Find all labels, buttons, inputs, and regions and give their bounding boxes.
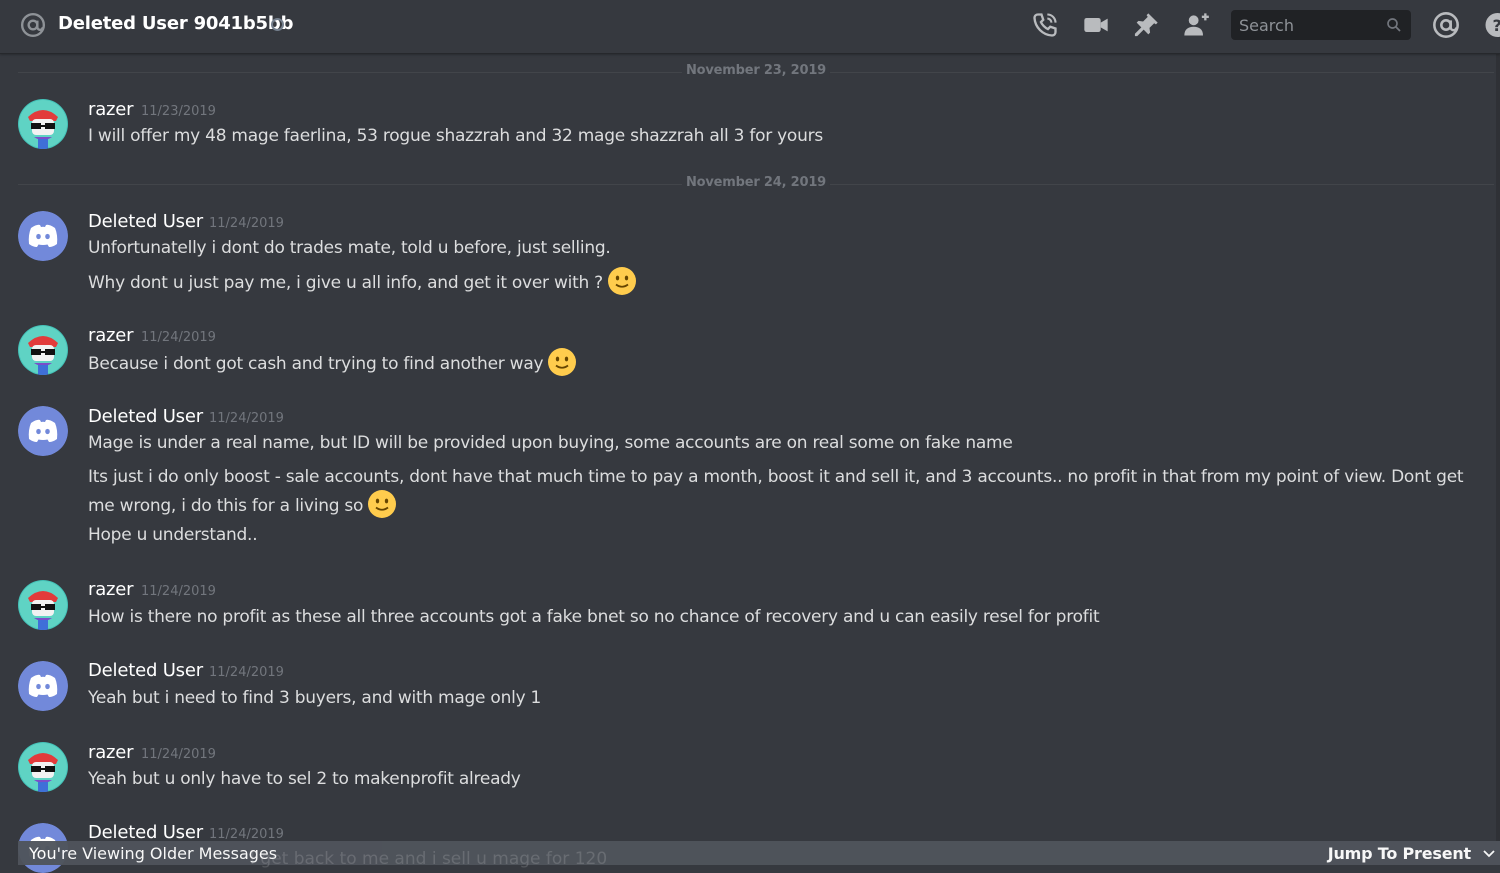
search-box[interactable] bbox=[1231, 10, 1411, 40]
avatar-deleted-user[interactable] bbox=[18, 211, 68, 261]
older-messages-label: You're Viewing Older Messages bbox=[29, 844, 277, 863]
message-line: Because i dont got cash and trying to fi… bbox=[88, 349, 577, 379]
older-messages-bar[interactable]: You're Viewing Older Messages Jump To Pr… bbox=[18, 841, 1500, 865]
timestamp: 11/24/2019 bbox=[209, 216, 284, 231]
scrollbar-track[interactable] bbox=[1496, 54, 1500, 841]
message-text: Its just i do only boost - sale accounts… bbox=[88, 467, 1463, 516]
search-icon bbox=[1385, 16, 1403, 34]
slight-smile-emoji-icon bbox=[367, 489, 397, 519]
timestamp: 11/23/2019 bbox=[141, 104, 216, 119]
timestamp: 11/24/2019 bbox=[209, 665, 284, 680]
timestamp: 11/24/2019 bbox=[141, 747, 216, 762]
avatar-deleted-user[interactable] bbox=[18, 406, 68, 456]
date-divider: November 24, 2019 bbox=[18, 184, 1494, 185]
message-text: Yeah but i need to find 3 buyers, and wi… bbox=[88, 688, 541, 708]
timestamp: 11/24/2019 bbox=[209, 827, 284, 842]
add-friend-icon[interactable] bbox=[1182, 11, 1210, 39]
author-name[interactable]: Deleted User bbox=[88, 660, 203, 681]
channel-header: Deleted User 9041b5bb ? bbox=[0, 0, 1500, 54]
timestamp: 11/24/2019 bbox=[141, 330, 216, 345]
message-text: Because i dont got cash and trying to fi… bbox=[88, 354, 543, 374]
channel-title: Deleted User 9041b5bb bbox=[58, 13, 293, 34]
avatar-deleted-user[interactable] bbox=[18, 661, 68, 711]
avatar-razer[interactable] bbox=[18, 99, 68, 149]
chevron-down-icon[interactable] bbox=[1482, 847, 1496, 861]
author-name[interactable]: razer bbox=[88, 99, 133, 120]
date-divider-label: November 23, 2019 bbox=[682, 63, 830, 78]
call-icon[interactable] bbox=[1031, 11, 1059, 39]
jump-to-present-button[interactable]: Jump To Present bbox=[1328, 844, 1471, 863]
author-name[interactable]: Deleted User bbox=[88, 211, 203, 232]
author-name[interactable]: razer bbox=[88, 325, 133, 346]
at-icon bbox=[20, 12, 46, 38]
search-input[interactable] bbox=[1231, 10, 1397, 40]
slight-smile-emoji-icon bbox=[607, 266, 637, 296]
message-line: Its just i do only boost - sale accounts… bbox=[88, 463, 1468, 521]
message-text: How is there no profit as these all thre… bbox=[88, 607, 1099, 627]
avatar-razer[interactable] bbox=[18, 580, 68, 630]
message-line: Why dont u just pay me, i give u all inf… bbox=[88, 268, 637, 298]
author-name[interactable]: razer bbox=[88, 579, 133, 600]
message-text: Unfortunatelly i dont do trades mate, to… bbox=[88, 238, 611, 258]
svg-text:?: ? bbox=[1493, 16, 1500, 35]
message-text: Hope u understand.. bbox=[88, 525, 257, 545]
message-text: Mage is under a real name, but ID will b… bbox=[88, 433, 1013, 453]
author-name[interactable]: Deleted User bbox=[88, 406, 203, 427]
pin-icon[interactable] bbox=[1132, 11, 1160, 39]
status-dot bbox=[271, 18, 284, 31]
avatar-razer[interactable] bbox=[18, 742, 68, 792]
date-divider: November 23, 2019 bbox=[18, 72, 1494, 73]
author-name[interactable]: Deleted User bbox=[88, 822, 203, 843]
message-text: I will offer my 48 mage faerlina, 53 rog… bbox=[88, 126, 823, 146]
timestamp: 11/24/2019 bbox=[209, 411, 284, 426]
author-name[interactable]: razer bbox=[88, 742, 133, 763]
mentions-icon[interactable] bbox=[1432, 11, 1460, 39]
video-icon[interactable] bbox=[1082, 11, 1110, 39]
message-text: Yeah but u only have to sel 2 to makenpr… bbox=[88, 769, 521, 789]
avatar-razer[interactable] bbox=[18, 325, 68, 375]
timestamp: 11/24/2019 bbox=[141, 584, 216, 599]
slight-smile-emoji-icon bbox=[547, 347, 577, 377]
message-text: Why dont u just pay me, i give u all inf… bbox=[88, 273, 603, 293]
date-divider-label: November 24, 2019 bbox=[682, 175, 830, 190]
help-icon[interactable]: ? bbox=[1481, 11, 1500, 39]
message-text: I get back to me and i sell u mage for 1… bbox=[250, 849, 607, 869]
